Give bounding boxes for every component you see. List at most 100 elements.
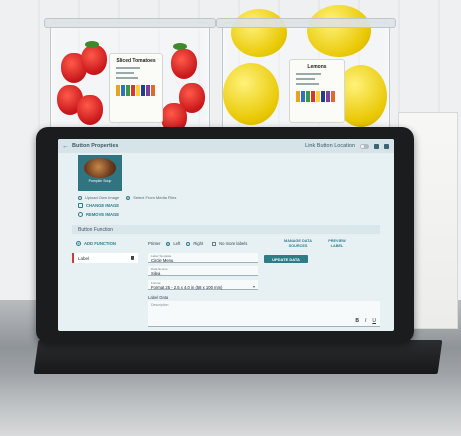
printer-label: Printer xyxy=(148,241,161,246)
italic-button[interactable]: I xyxy=(365,318,366,324)
upload-image-label: Upload Own Image xyxy=(85,195,120,200)
color-bar xyxy=(151,85,155,96)
strawberry-leaf xyxy=(173,43,187,50)
change-image-button[interactable]: CHANGE IMAGE xyxy=(78,203,119,208)
label-text-line xyxy=(116,67,140,69)
label-template-field[interactable]: Label Template Circle Menu xyxy=(148,253,258,263)
label-color-bars xyxy=(116,85,156,96)
color-bar xyxy=(311,91,315,102)
color-bar xyxy=(141,85,145,96)
tablet-screen: ← Button Properties Link Button Location… xyxy=(58,139,394,331)
tablet-stand xyxy=(33,340,443,374)
color-bar xyxy=(126,85,130,96)
label-text-line xyxy=(116,72,134,74)
add-function-label: ADD FUNCTION xyxy=(84,241,116,246)
counter-reflection xyxy=(0,372,461,436)
chevron-down-icon: ▾ xyxy=(252,284,255,289)
food-label-title: Sliced Tomatoes xyxy=(116,58,156,64)
no-more-labels-label: No more labels xyxy=(219,241,248,246)
format-value: Format 25 - 2.5 x 4.0 in (58 x 100 mm) xyxy=(151,285,223,290)
label-function-form: Printer Left Right No more labels MANAGE… xyxy=(148,237,380,331)
lemon xyxy=(307,5,371,57)
app-header: ← Button Properties Link Button Location xyxy=(58,139,394,153)
page-title: Button Properties xyxy=(72,143,119,149)
trash-icon[interactable] xyxy=(131,256,134,260)
label-data-title: Label Data xyxy=(148,295,169,300)
food-label-title: Lemons xyxy=(307,64,327,70)
lemon xyxy=(231,9,287,57)
remove-image-button[interactable]: REMOVE IMAGE xyxy=(78,212,119,217)
data-source-field[interactable]: Data Source Silea xyxy=(148,266,258,276)
no-more-labels-checkbox[interactable] xyxy=(212,241,217,246)
color-bar xyxy=(306,91,310,102)
function-item-text: Label xyxy=(78,255,90,261)
photo-scene: Sliced Tomatoes Lemons ← Button Properti… xyxy=(0,0,461,436)
link-location-toggle[interactable] xyxy=(360,143,369,149)
text-format-toolbar: B I U xyxy=(355,318,376,324)
color-bar xyxy=(316,91,320,102)
color-bar xyxy=(121,85,125,96)
button-function-section-header: Button Function xyxy=(72,225,380,234)
function-item-label[interactable]: Label xyxy=(72,253,138,263)
food-label-card: Lemons xyxy=(289,59,345,123)
update-data-button[interactable]: UPDATE DATA xyxy=(264,255,308,263)
printer-right-radio[interactable] xyxy=(186,241,191,246)
printer-row: Printer Left Right No more labels xyxy=(148,241,247,246)
add-circle-icon: + xyxy=(76,241,81,246)
strawberry xyxy=(171,49,197,79)
label-template-value: Circle Menu xyxy=(151,258,174,263)
printer-left-label: Left xyxy=(173,241,181,246)
color-bar xyxy=(296,91,300,102)
upload-image-radio[interactable] xyxy=(78,195,82,200)
label-text-line xyxy=(296,83,320,85)
header-actions: Link Button Location xyxy=(305,143,389,149)
button-image-preview: Pumpkin Soup xyxy=(78,155,122,191)
bold-button[interactable]: B xyxy=(355,318,359,324)
label-data-heading: Label Data xyxy=(148,295,168,300)
tablet-device: ← Button Properties Link Button Location… xyxy=(36,127,414,343)
color-bar xyxy=(146,85,150,96)
color-bar xyxy=(321,91,325,102)
color-bar xyxy=(331,91,335,102)
data-source-value: Silea xyxy=(151,271,161,276)
back-arrow-icon[interactable]: ← xyxy=(62,143,70,150)
manage-data-sources-link[interactable]: MANAGE DATA SOURCES xyxy=(284,239,312,248)
printer-left-radio[interactable] xyxy=(166,241,171,246)
printer-right-label: Right xyxy=(193,241,204,246)
section-title: Button Function xyxy=(78,226,114,233)
remove-image-label: REMOVE IMAGE xyxy=(86,212,120,217)
image-source-options: Upload Own Image Select From Media Files xyxy=(78,195,176,200)
strawberry-container: Sliced Tomatoes xyxy=(50,22,210,134)
image-icon xyxy=(78,203,83,208)
label-data-editor[interactable]: Description B I U xyxy=(148,301,380,327)
underline-button[interactable]: U xyxy=(372,318,376,324)
media-files-label: Select From Media Files xyxy=(133,195,177,200)
strawberry-leaf xyxy=(85,41,99,48)
preview-label-link[interactable]: PREVIEW LABEL xyxy=(324,239,350,248)
format-select[interactable]: Format Format 25 - 2.5 x 4.0 in (58 x 10… xyxy=(148,280,258,290)
delete-icon[interactable] xyxy=(384,143,389,149)
thumbnail-caption: Pumpkin Soup xyxy=(88,179,112,183)
label-color-bars xyxy=(296,91,338,102)
container-rim xyxy=(216,18,396,28)
label-text-line xyxy=(296,73,322,75)
strawberry xyxy=(81,45,107,75)
color-bar xyxy=(116,85,120,96)
add-function-button[interactable]: + ADD FUNCTION xyxy=(76,241,116,246)
color-bar xyxy=(136,85,140,96)
change-image-label: CHANGE IMAGE xyxy=(86,203,120,208)
food-label-card: Sliced Tomatoes xyxy=(109,53,163,123)
save-icon[interactable] xyxy=(374,143,379,149)
lemon xyxy=(223,63,279,125)
media-files-radio[interactable] xyxy=(126,195,131,200)
color-bar xyxy=(301,91,305,102)
soup-bowl-image xyxy=(84,158,116,178)
strawberry xyxy=(77,95,103,125)
function-list: + ADD FUNCTION Label xyxy=(72,237,138,331)
remove-circle-icon xyxy=(78,212,83,217)
link-location-label: Link Button Location xyxy=(305,143,355,149)
color-bar xyxy=(326,91,330,102)
lemon-container: Lemons xyxy=(222,5,390,134)
label-text-line xyxy=(116,77,138,79)
label-data-placeholder: Description xyxy=(151,303,169,307)
